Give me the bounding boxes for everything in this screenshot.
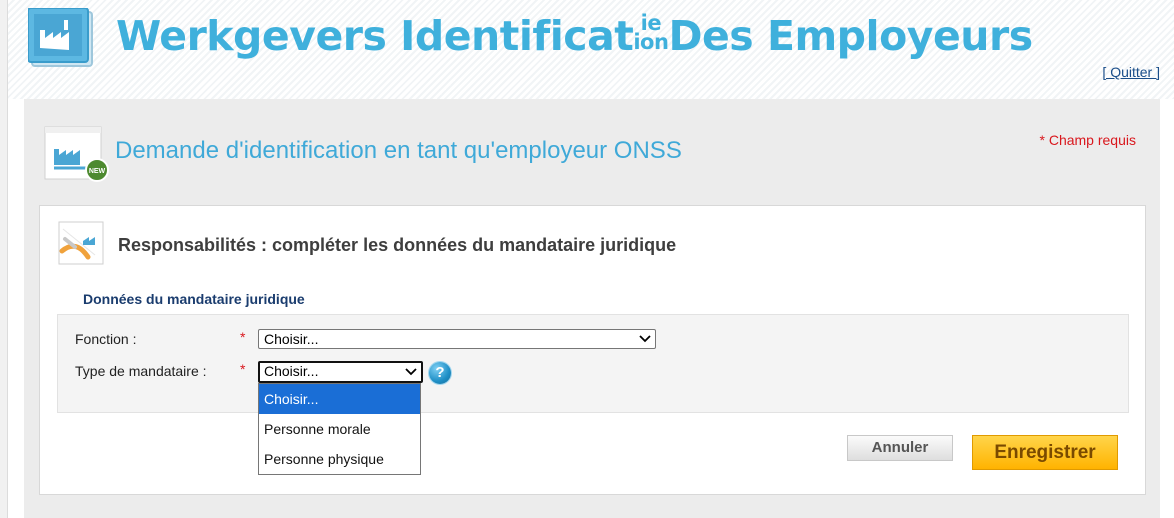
- fonction-label: Fonction :: [75, 331, 137, 347]
- save-button[interactable]: Enregistrer: [972, 435, 1118, 470]
- section-title: Responsabilités : compléter les données …: [118, 235, 677, 255]
- required-field-note: * Champ requis: [1039, 132, 1137, 148]
- type-mandataire-select-value: Choisir...: [264, 363, 319, 379]
- factory-logo-icon: [27, 7, 98, 68]
- dropdown-option-choisir[interactable]: Choisir...: [259, 384, 420, 414]
- responsibilities-panel: Responsabilités : compléter les données …: [39, 205, 1146, 495]
- main-content: NEW Demande d'identification en tant qu'…: [24, 99, 1160, 518]
- chevron-down-icon: [405, 368, 417, 376]
- app-title-part2: Des Employeurs: [668, 12, 1033, 60]
- legal-representative-icon: [57, 221, 107, 267]
- dropdown-option-personne-morale[interactable]: Personne morale: [259, 414, 420, 444]
- form-box: Fonction : * Choisir... Type de mandatai…: [57, 314, 1129, 413]
- app-title-part1: Werkgevers Identificat: [116, 12, 634, 60]
- left-edge-bar: [0, 0, 8, 518]
- quit-link[interactable]: [ Quitter ]: [1102, 64, 1160, 80]
- cancel-button[interactable]: Annuler: [847, 435, 953, 461]
- app-title-sub: ion: [633, 30, 669, 54]
- app-header: Werkgevers Identificat ie ion Des Employeu…: [8, 0, 1174, 99]
- type-mandataire-label: Type de mandataire :: [75, 363, 207, 379]
- chevron-down-icon: [639, 335, 651, 343]
- fonction-required-mark: *: [240, 329, 246, 345]
- type-mandataire-required-mark: *: [240, 361, 246, 377]
- new-document-icon: NEW: [44, 125, 112, 185]
- app-title-stack: ie ion: [633, 13, 669, 54]
- group-title: Données du mandataire juridique: [83, 291, 305, 307]
- page-title: Demande d'identification en tant qu'empl…: [115, 137, 682, 164]
- help-icon[interactable]: ?: [429, 362, 451, 384]
- new-badge-text: NEW: [89, 168, 106, 175]
- dropdown-option-personne-physique[interactable]: Personne physique: [259, 444, 420, 474]
- type-mandataire-dropdown: Choisir... Personne morale Personne phys…: [258, 383, 421, 475]
- fonction-select-value: Choisir...: [264, 331, 319, 347]
- app-title: Werkgevers Identificat ie ion Des Employeu…: [116, 6, 1033, 66]
- type-mandataire-select[interactable]: Choisir...: [258, 361, 423, 383]
- fonction-select[interactable]: Choisir...: [258, 329, 656, 349]
